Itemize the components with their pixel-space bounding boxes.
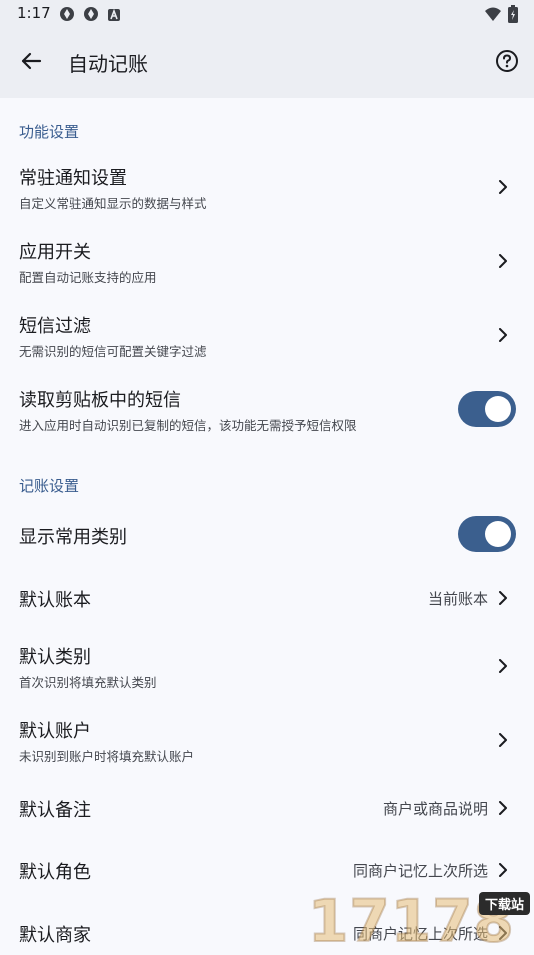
app-icon	[83, 6, 99, 26]
chevron-right-icon	[496, 925, 510, 940]
setting-item-app-switch[interactable]: 应用开关 配置自动记账支持的应用	[0, 224, 534, 296]
setting-item-title: 默认账本	[19, 590, 91, 611]
toggle-knob	[485, 396, 511, 422]
notification-a-icon	[107, 7, 121, 26]
section-header-accounting: 记账设置	[19, 477, 80, 495]
setting-item-title: 短信过滤	[19, 316, 91, 337]
setting-item-default-note[interactable]: 默认备注 商户或商品说明	[0, 777, 534, 837]
chevron-right-icon	[496, 862, 510, 877]
setting-item-value: 当前账本	[427, 590, 488, 608]
setting-item-title: 默认账户	[19, 721, 91, 742]
setting-item-default-category[interactable]: 默认类别 首次识别将填充默认类别	[0, 629, 534, 701]
setting-item-default-role[interactable]: 默认角色 同商户记忆上次所选	[0, 839, 534, 899]
setting-item-title: 读取剪贴板中的短信	[19, 390, 181, 411]
show-common-categories-toggle[interactable]	[458, 516, 516, 552]
setting-item-title: 常驻通知设置	[19, 168, 127, 189]
setting-item-value: 同商户记忆上次所选	[352, 862, 488, 880]
setting-item-title: 默认角色	[19, 862, 91, 883]
arrow-left-icon	[20, 50, 42, 76]
setting-item-default-book[interactable]: 默认账本 当前账本	[0, 567, 534, 627]
status-bar: 1:17	[0, 0, 534, 28]
wifi-icon	[484, 6, 502, 26]
setting-item-default-account[interactable]: 默认账户 未识别到账户时将填充默认账户	[0, 703, 534, 775]
setting-item-default-merchant[interactable]: 默认商家 同商户记忆上次所选	[0, 901, 534, 950]
chevron-right-icon	[496, 253, 510, 268]
page-title: 自动记账	[68, 52, 148, 76]
setting-item-title: 应用开关	[19, 242, 91, 263]
help-circle-icon	[495, 49, 519, 77]
status-icons-right	[484, 5, 518, 27]
section-header-function: 功能设置	[19, 123, 80, 141]
setting-item-persistent-notification[interactable]: 常驻通知设置 自定义常驻通知显示的数据与样式	[0, 150, 534, 222]
setting-item-subtitle: 未识别到账户时将填充默认账户	[19, 749, 195, 764]
setting-item-subtitle: 进入应用时自动识别已复制的短信，该功能无需授予短信权限	[19, 418, 357, 433]
setting-item-title: 默认商家	[19, 925, 91, 946]
app-bar: 自动记账	[0, 28, 534, 98]
clipboard-sms-toggle[interactable]	[458, 391, 516, 427]
setting-item-title: 默认备注	[19, 800, 91, 821]
toggle-knob	[485, 521, 511, 547]
setting-item-subtitle: 无需识别的短信可配置关键字过滤	[19, 344, 207, 359]
setting-item-title: 显示常用类别	[19, 527, 127, 548]
battery-charging-icon	[508, 5, 518, 27]
setting-item-title: 默认类别	[19, 647, 91, 668]
chevron-right-icon	[496, 800, 510, 815]
chevron-right-icon	[496, 590, 510, 605]
setting-item-value: 商户或商品说明	[382, 800, 488, 818]
app-icon	[59, 6, 75, 26]
setting-item-show-common-categories[interactable]: 显示常用类别	[0, 505, 534, 565]
status-icons-left	[59, 6, 121, 26]
back-button[interactable]	[14, 46, 48, 80]
chevron-right-icon	[496, 732, 510, 747]
chevron-right-icon	[496, 179, 510, 194]
status-time: 1:17	[17, 4, 51, 22]
setting-item-subtitle: 自定义常驻通知显示的数据与样式	[19, 196, 207, 211]
setting-item-clipboard-sms[interactable]: 读取剪贴板中的短信 进入应用时自动识别已复制的短信，该功能无需授予短信权限	[0, 372, 534, 444]
setting-item-subtitle: 配置自动记账支持的应用	[19, 270, 157, 285]
setting-item-subtitle: 首次识别将填充默认类别	[19, 675, 157, 690]
help-button[interactable]	[492, 48, 522, 78]
setting-item-value: 同商户记忆上次所选	[352, 925, 488, 943]
setting-item-sms-filter[interactable]: 短信过滤 无需识别的短信可配置关键字过滤	[0, 298, 534, 370]
chevron-right-icon	[496, 327, 510, 342]
chevron-right-icon	[496, 658, 510, 673]
